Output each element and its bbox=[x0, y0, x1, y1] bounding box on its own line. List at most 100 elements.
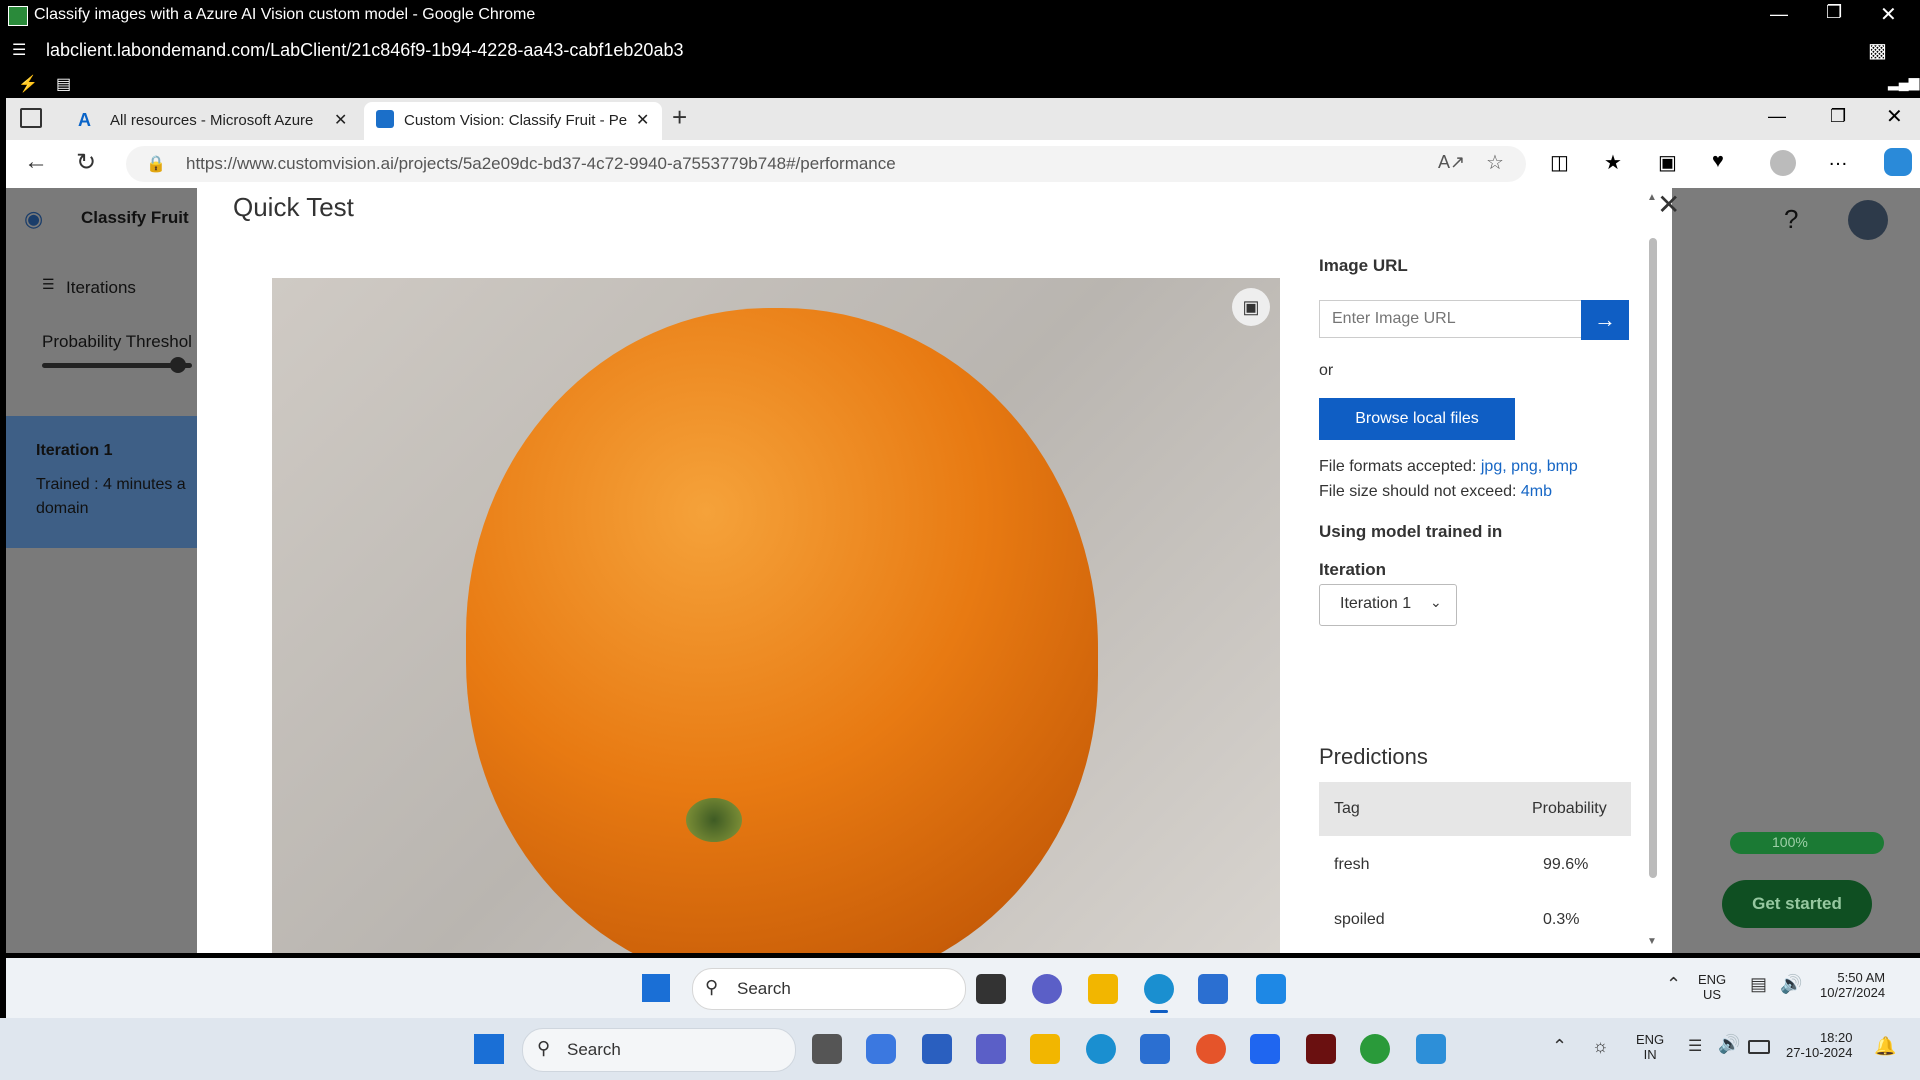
chrome-icon[interactable] bbox=[1360, 1034, 1390, 1064]
tray-chevron-icon[interactable]: ⌃ bbox=[1666, 974, 1681, 995]
iteration-label: Iteration bbox=[1319, 560, 1387, 579]
outer-title-bar: Classify images with a Azure AI Vision c… bbox=[0, 0, 1920, 30]
test-image: ▣ bbox=[272, 278, 1280, 953]
back-icon[interactable]: ← bbox=[24, 148, 48, 176]
network-icon[interactable]: ▤ bbox=[1750, 974, 1767, 995]
minimize-icon[interactable]: — bbox=[1768, 106, 1786, 127]
favorite-star-icon[interactable]: ☆ bbox=[1486, 150, 1504, 175]
nav-iterations[interactable]: Iterations bbox=[66, 278, 136, 298]
sidebar: ◉ Classify Fruit ☰ Iterations Probabilit… bbox=[6, 188, 201, 953]
wifi-icon[interactable]: ☰ bbox=[1688, 1036, 1702, 1056]
site-info-icon[interactable]: ☰ bbox=[12, 40, 26, 60]
user-avatar[interactable] bbox=[1848, 200, 1888, 240]
modal-scrollbar[interactable] bbox=[1649, 238, 1657, 878]
refresh-icon[interactable]: ↻ bbox=[76, 148, 96, 177]
store-icon[interactable] bbox=[1198, 974, 1228, 1004]
browse-local-files-button[interactable]: Browse local files bbox=[1319, 398, 1515, 440]
iteration-card-trained: Trained : 4 minutes a bbox=[36, 476, 186, 493]
tab-custom-vision[interactable]: Custom Vision: Classify Fruit - Pe ✕ bbox=[364, 102, 662, 140]
project-name[interactable]: Classify Fruit bbox=[81, 208, 189, 228]
tab-close-icon[interactable]: ✕ bbox=[334, 110, 347, 130]
submit-url-button[interactable]: → bbox=[1581, 300, 1629, 340]
browser-essentials-icon[interactable]: ♥ bbox=[1712, 150, 1724, 173]
signal-icon: ▂▄▆ bbox=[1888, 74, 1920, 90]
tray-language-2: US bbox=[1703, 987, 1722, 1002]
new-tab-icon[interactable]: + bbox=[672, 102, 687, 133]
taskbar-search-box[interactable]: ⚲ Search bbox=[692, 968, 966, 1010]
image-url-input[interactable] bbox=[1319, 300, 1593, 338]
modal-title: Quick Test bbox=[233, 192, 354, 222]
vscode-icon[interactable] bbox=[1256, 974, 1286, 1004]
network-off-icon[interactable]: ☼ bbox=[1592, 1036, 1609, 1057]
url-field[interactable]: 🔒 https://www.customvision.ai/projects/5… bbox=[126, 146, 1526, 182]
dropbox-icon[interactable] bbox=[1250, 1034, 1280, 1064]
task-view-icon[interactable] bbox=[812, 1034, 842, 1064]
edge-icon[interactable] bbox=[1144, 974, 1174, 1004]
active-app-indicator bbox=[1150, 1010, 1168, 1013]
split-screen-icon[interactable]: ◫ bbox=[1550, 150, 1569, 175]
outer-window-title: Classify images with a Azure AI Vision c… bbox=[34, 6, 536, 23]
minimize-icon[interactable]: — bbox=[1770, 4, 1788, 25]
tab-azure[interactable]: A All resources - Microsoft Azure ✕ bbox=[66, 102, 361, 140]
tab-actions-icon[interactable] bbox=[20, 108, 42, 128]
tray-language[interactable]: ENG IN bbox=[1636, 1032, 1664, 1062]
notepad-icon[interactable] bbox=[1416, 1034, 1446, 1064]
custom-vision-icon bbox=[376, 110, 394, 128]
notification-bell-icon[interactable]: 🔔 bbox=[1874, 1036, 1896, 1057]
close-modal-icon[interactable]: ✕ bbox=[1657, 188, 1680, 221]
lightning-icon[interactable]: ⚡ bbox=[18, 74, 38, 94]
game-app-icon[interactable] bbox=[1306, 1034, 1336, 1064]
file-formats-prefix: File formats accepted: bbox=[1319, 458, 1477, 475]
more-menu-icon[interactable]: … bbox=[1828, 148, 1848, 171]
teams-icon[interactable] bbox=[976, 1034, 1006, 1064]
iteration-select[interactable]: Iteration 1 ⌄ bbox=[1319, 584, 1457, 626]
teams-chat-icon[interactable] bbox=[1032, 974, 1062, 1004]
iterations-icon: ☰ bbox=[42, 276, 55, 292]
volume-icon[interactable]: 🔊 bbox=[1780, 974, 1802, 995]
battery-icon[interactable] bbox=[1748, 1040, 1770, 1054]
tray-chevron-icon[interactable]: ⌃ bbox=[1552, 1036, 1567, 1057]
chevron-down-icon: ⌄ bbox=[1430, 594, 1442, 610]
file-formats-value: jpg, png, bmp bbox=[1480, 458, 1578, 475]
collections-icon[interactable]: ▣ bbox=[1658, 150, 1677, 175]
defender-icon[interactable] bbox=[922, 1034, 952, 1064]
scroll-up-icon[interactable]: ▲ bbox=[1647, 192, 1657, 203]
crop-icon[interactable]: ▣ bbox=[1232, 288, 1270, 326]
store-icon[interactable] bbox=[1140, 1034, 1170, 1064]
get-started-button[interactable]: Get started bbox=[1722, 880, 1872, 928]
copilot-icon[interactable] bbox=[866, 1034, 896, 1064]
tab-close-icon[interactable]: ✕ bbox=[636, 110, 649, 130]
help-icon[interactable]: ? bbox=[1784, 204, 1798, 235]
copilot-icon[interactable] bbox=[1884, 148, 1912, 176]
tray-clock[interactable]: 5:50 AM 10/27/2024 bbox=[1820, 970, 1885, 1000]
profile-avatar[interactable] bbox=[1770, 150, 1796, 176]
monitor-icon[interactable]: ▤ bbox=[56, 74, 71, 94]
restore-icon[interactable]: ❐ bbox=[1830, 106, 1846, 127]
restore-icon[interactable]: ❐ bbox=[1826, 2, 1842, 23]
outer-address-text[interactable]: labclient.labondemand.com/LabClient/21c8… bbox=[46, 40, 683, 61]
read-aloud-icon[interactable]: A↗ bbox=[1438, 152, 1465, 173]
file-explorer-icon[interactable] bbox=[1030, 1034, 1060, 1064]
favorites-icon[interactable]: ★ bbox=[1604, 150, 1622, 175]
taskbar-search-box[interactable]: ⚲ Search bbox=[522, 1028, 796, 1072]
azure-icon: A bbox=[78, 110, 91, 130]
page-scrollbar[interactable] bbox=[1904, 308, 1914, 908]
volume-icon[interactable]: 🔊 bbox=[1718, 1034, 1740, 1055]
edge-icon[interactable] bbox=[1086, 1034, 1116, 1064]
threshold-slider-handle[interactable] bbox=[170, 357, 186, 373]
close-window-icon[interactable]: ✕ bbox=[1886, 104, 1903, 129]
tray-date: 27-10-2024 bbox=[1786, 1045, 1853, 1060]
windows-start-icon[interactable] bbox=[642, 974, 670, 1002]
no-screenshot-icon[interactable]: ▩ bbox=[1868, 38, 1887, 63]
windows-start-icon[interactable] bbox=[474, 1034, 504, 1064]
close-window-icon[interactable]: ✕ bbox=[1880, 2, 1897, 27]
iteration-select-value: Iteration 1 bbox=[1340, 595, 1412, 612]
tray-language[interactable]: ENG US bbox=[1698, 972, 1726, 1002]
tray-clock[interactable]: 18:20 27-10-2024 bbox=[1786, 1030, 1853, 1060]
scroll-down-icon[interactable]: ▼ bbox=[1647, 936, 1657, 947]
file-explorer-icon[interactable] bbox=[1088, 974, 1118, 1004]
table-row: fresh 99.6% bbox=[1319, 836, 1631, 891]
firefox-icon[interactable] bbox=[1196, 1034, 1226, 1064]
task-view-icon[interactable] bbox=[976, 974, 1006, 1004]
remote-taskbar: ⚲ Search ⌃ ENG US ▤ 🔊 5:50 AM 10/27/2024 bbox=[6, 958, 1920, 1018]
